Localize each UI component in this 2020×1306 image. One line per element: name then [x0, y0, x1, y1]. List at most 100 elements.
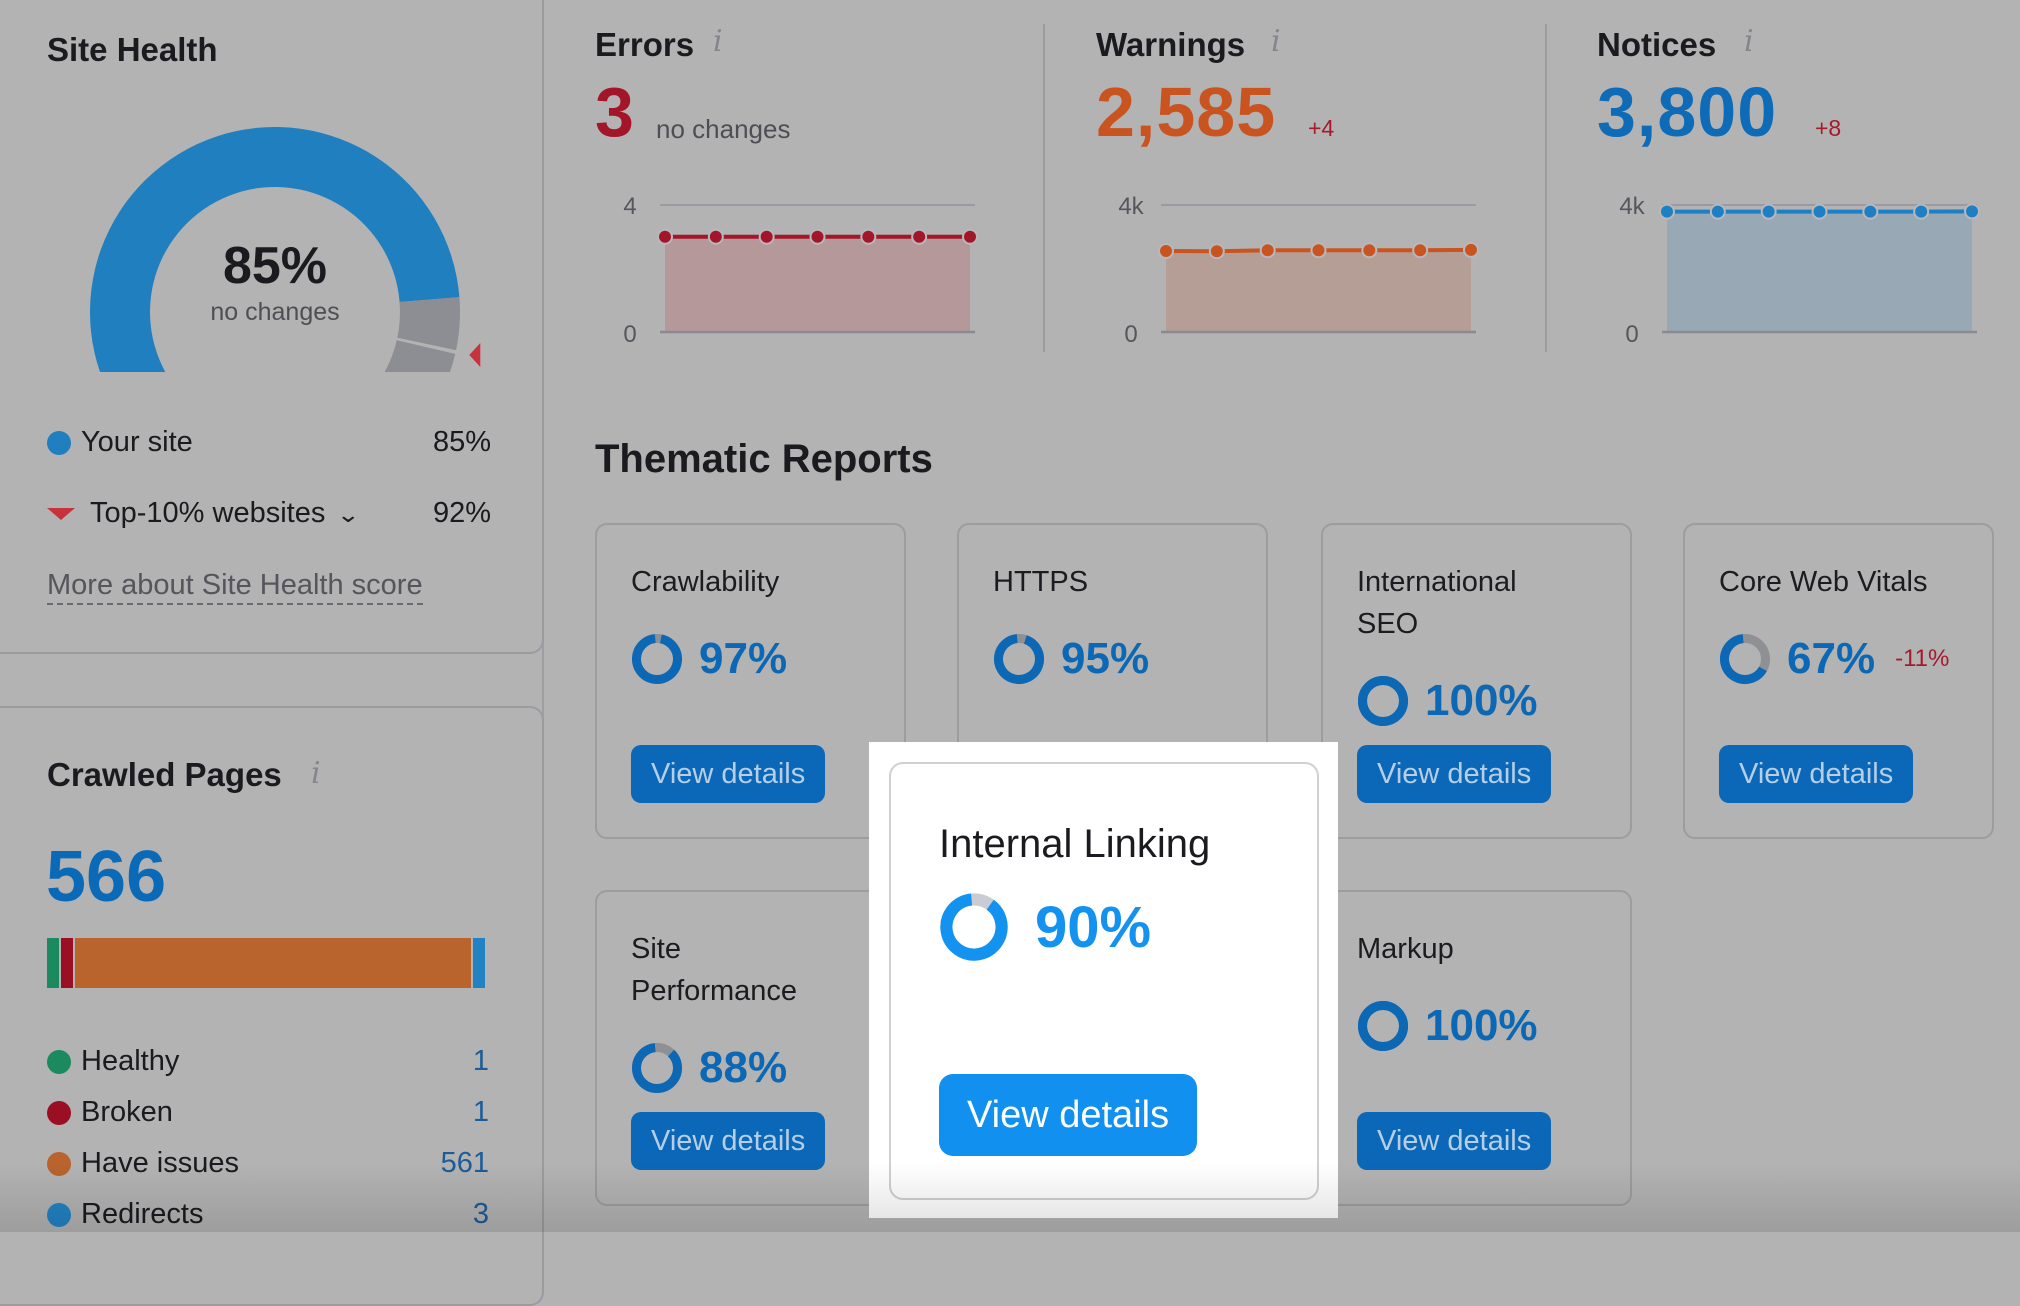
site-health-title: Site Health	[47, 31, 218, 69]
top10-dropdown[interactable]: Top-10% websites ⌄	[90, 493, 358, 535]
score-donut-icon	[631, 1042, 683, 1094]
card-score-value: 67%	[1787, 634, 1875, 684]
info-icon[interactable]: i	[311, 756, 321, 791]
view-details-button[interactable]: View details	[1357, 1112, 1551, 1170]
metric-notices: Notices i 3,800 +8 4k0	[1597, 0, 2017, 360]
card-score: 97%	[631, 633, 787, 685]
card-score-value: 97%	[699, 634, 787, 684]
thematic-card-international-seo: InternationalSEO 100% View details	[1321, 523, 1632, 839]
chart-point	[1159, 244, 1173, 258]
notices-trend-chart: 4k 0	[1597, 180, 2017, 350]
crawl-legend-row: Have issues 561	[47, 1143, 489, 1183]
metric-title: Warnings	[1096, 26, 1245, 64]
score-donut-icon	[993, 633, 1045, 685]
chart-point	[658, 230, 672, 244]
card-score-value: 88%	[699, 1043, 787, 1093]
chart-point	[1660, 205, 1674, 219]
legend-value: 92%	[433, 493, 491, 533]
chart-point	[1813, 205, 1827, 219]
chart-point	[1312, 243, 1326, 257]
card-title: SitePerformance	[631, 928, 891, 1012]
info-icon[interactable]: i	[713, 24, 723, 59]
y-tick-min: 0	[623, 321, 636, 348]
chart-area	[665, 237, 970, 332]
card-score: 67% -11%	[1719, 633, 1949, 685]
crawl-legend-row: Healthy 1	[47, 1041, 489, 1081]
card-title: Core Web Vitals	[1719, 561, 1979, 603]
score-donut-icon	[631, 633, 683, 685]
thematic-card-core-web-vitals: Core Web Vitals 67% -11% View details	[1683, 523, 1994, 839]
view-details-button[interactable]: View details	[1719, 745, 1913, 803]
card-title: Markup	[1357, 928, 1617, 970]
donut-fill	[1363, 1006, 1404, 1047]
metric-title: Errors	[595, 26, 694, 64]
card-score: 88%	[631, 1042, 787, 1094]
chart-point	[963, 230, 977, 244]
y-tick-min: 0	[1124, 321, 1137, 348]
chart-point	[811, 230, 825, 244]
view-details-button[interactable]: View details	[631, 745, 825, 803]
chart-point	[1413, 243, 1427, 257]
chart-point	[1762, 205, 1776, 219]
chart-point	[1914, 205, 1928, 219]
view-details-button[interactable]: View details	[1357, 745, 1551, 803]
metric-delta: +4	[1308, 115, 1334, 142]
legend-label: Top-10% websites	[90, 497, 325, 529]
thematic-card-internal-linking: Internal Linking 90% View details	[889, 762, 1319, 1200]
legend-value[interactable]: 3	[473, 1194, 489, 1234]
chart-area	[1667, 211, 1972, 332]
metric-warnings: Warnings i 2,585 +4 4k0	[1096, 0, 1496, 360]
chart-point	[1965, 204, 1979, 218]
y-tick-max: 4k	[1619, 193, 1645, 220]
metric-value: 3	[595, 72, 635, 152]
card-title: Crawlability	[631, 561, 891, 603]
legend-value[interactable]: 1	[473, 1041, 489, 1081]
crawl-bar-segment	[61, 938, 73, 988]
legend-top10: Top-10% websites ⌄ 92%	[47, 493, 491, 533]
donut-fill	[1363, 681, 1404, 722]
more-about-site-health-link[interactable]: More about Site Health score	[47, 567, 423, 605]
legend-your-site: Your site 85%	[47, 422, 491, 462]
chart-point	[861, 230, 875, 244]
card-score-value: 95%	[1061, 634, 1149, 684]
card-score: 90%	[939, 892, 1151, 962]
metric-divider	[1545, 24, 1547, 352]
errors-trend-chart: 40	[595, 180, 1015, 350]
legend-value[interactable]: 561	[441, 1143, 489, 1183]
card-title: HTTPS	[993, 561, 1253, 603]
status-dot-icon	[47, 1203, 71, 1227]
score-donut-icon	[939, 892, 1009, 962]
top10-marker-icon	[469, 343, 480, 367]
score-donut-icon	[1357, 675, 1409, 727]
metric-errors: Errors i 3 no changes 40	[595, 0, 995, 360]
chart-point	[1261, 243, 1275, 257]
info-icon[interactable]: i	[1744, 24, 1754, 59]
thematic-reports-title: Thematic Reports	[595, 437, 933, 482]
metric-value: 3,800	[1597, 72, 1777, 152]
card-title: InternationalSEO	[1357, 561, 1617, 645]
chevron-down-icon[interactable]: ⌄	[337, 495, 361, 535]
card-score-value: 90%	[1035, 894, 1151, 961]
info-icon[interactable]: i	[1271, 24, 1281, 59]
card-score: 95%	[993, 633, 1149, 685]
chart-point	[760, 230, 774, 244]
card-score-value: 100%	[1425, 1001, 1538, 1051]
thematic-card-site-performance: SitePerformance 88% View details	[595, 890, 906, 1206]
card-score: 100%	[1357, 675, 1538, 727]
site-health-score: 85%	[175, 236, 375, 296]
y-tick-max: 4	[623, 193, 636, 220]
legend-value[interactable]: 1	[473, 1092, 489, 1132]
highlighted-card-spotlight: Internal Linking 90% View details	[869, 742, 1338, 1218]
legend-label: Redirects	[81, 1194, 204, 1234]
crawled-pages-total: 566	[46, 836, 166, 918]
status-dot-icon	[47, 1152, 71, 1176]
legend-value: 85%	[433, 422, 491, 462]
view-details-button[interactable]: View details	[939, 1074, 1197, 1156]
chart-point	[1362, 243, 1376, 257]
view-details-button[interactable]: View details	[631, 1112, 825, 1170]
y-tick-min: 0	[1625, 321, 1638, 348]
card-score: 100%	[1357, 1000, 1538, 1052]
score-donut-icon	[1719, 633, 1771, 685]
thematic-card-crawlability: Crawlability 97% View details	[595, 523, 906, 839]
status-dot-icon	[47, 1101, 71, 1125]
